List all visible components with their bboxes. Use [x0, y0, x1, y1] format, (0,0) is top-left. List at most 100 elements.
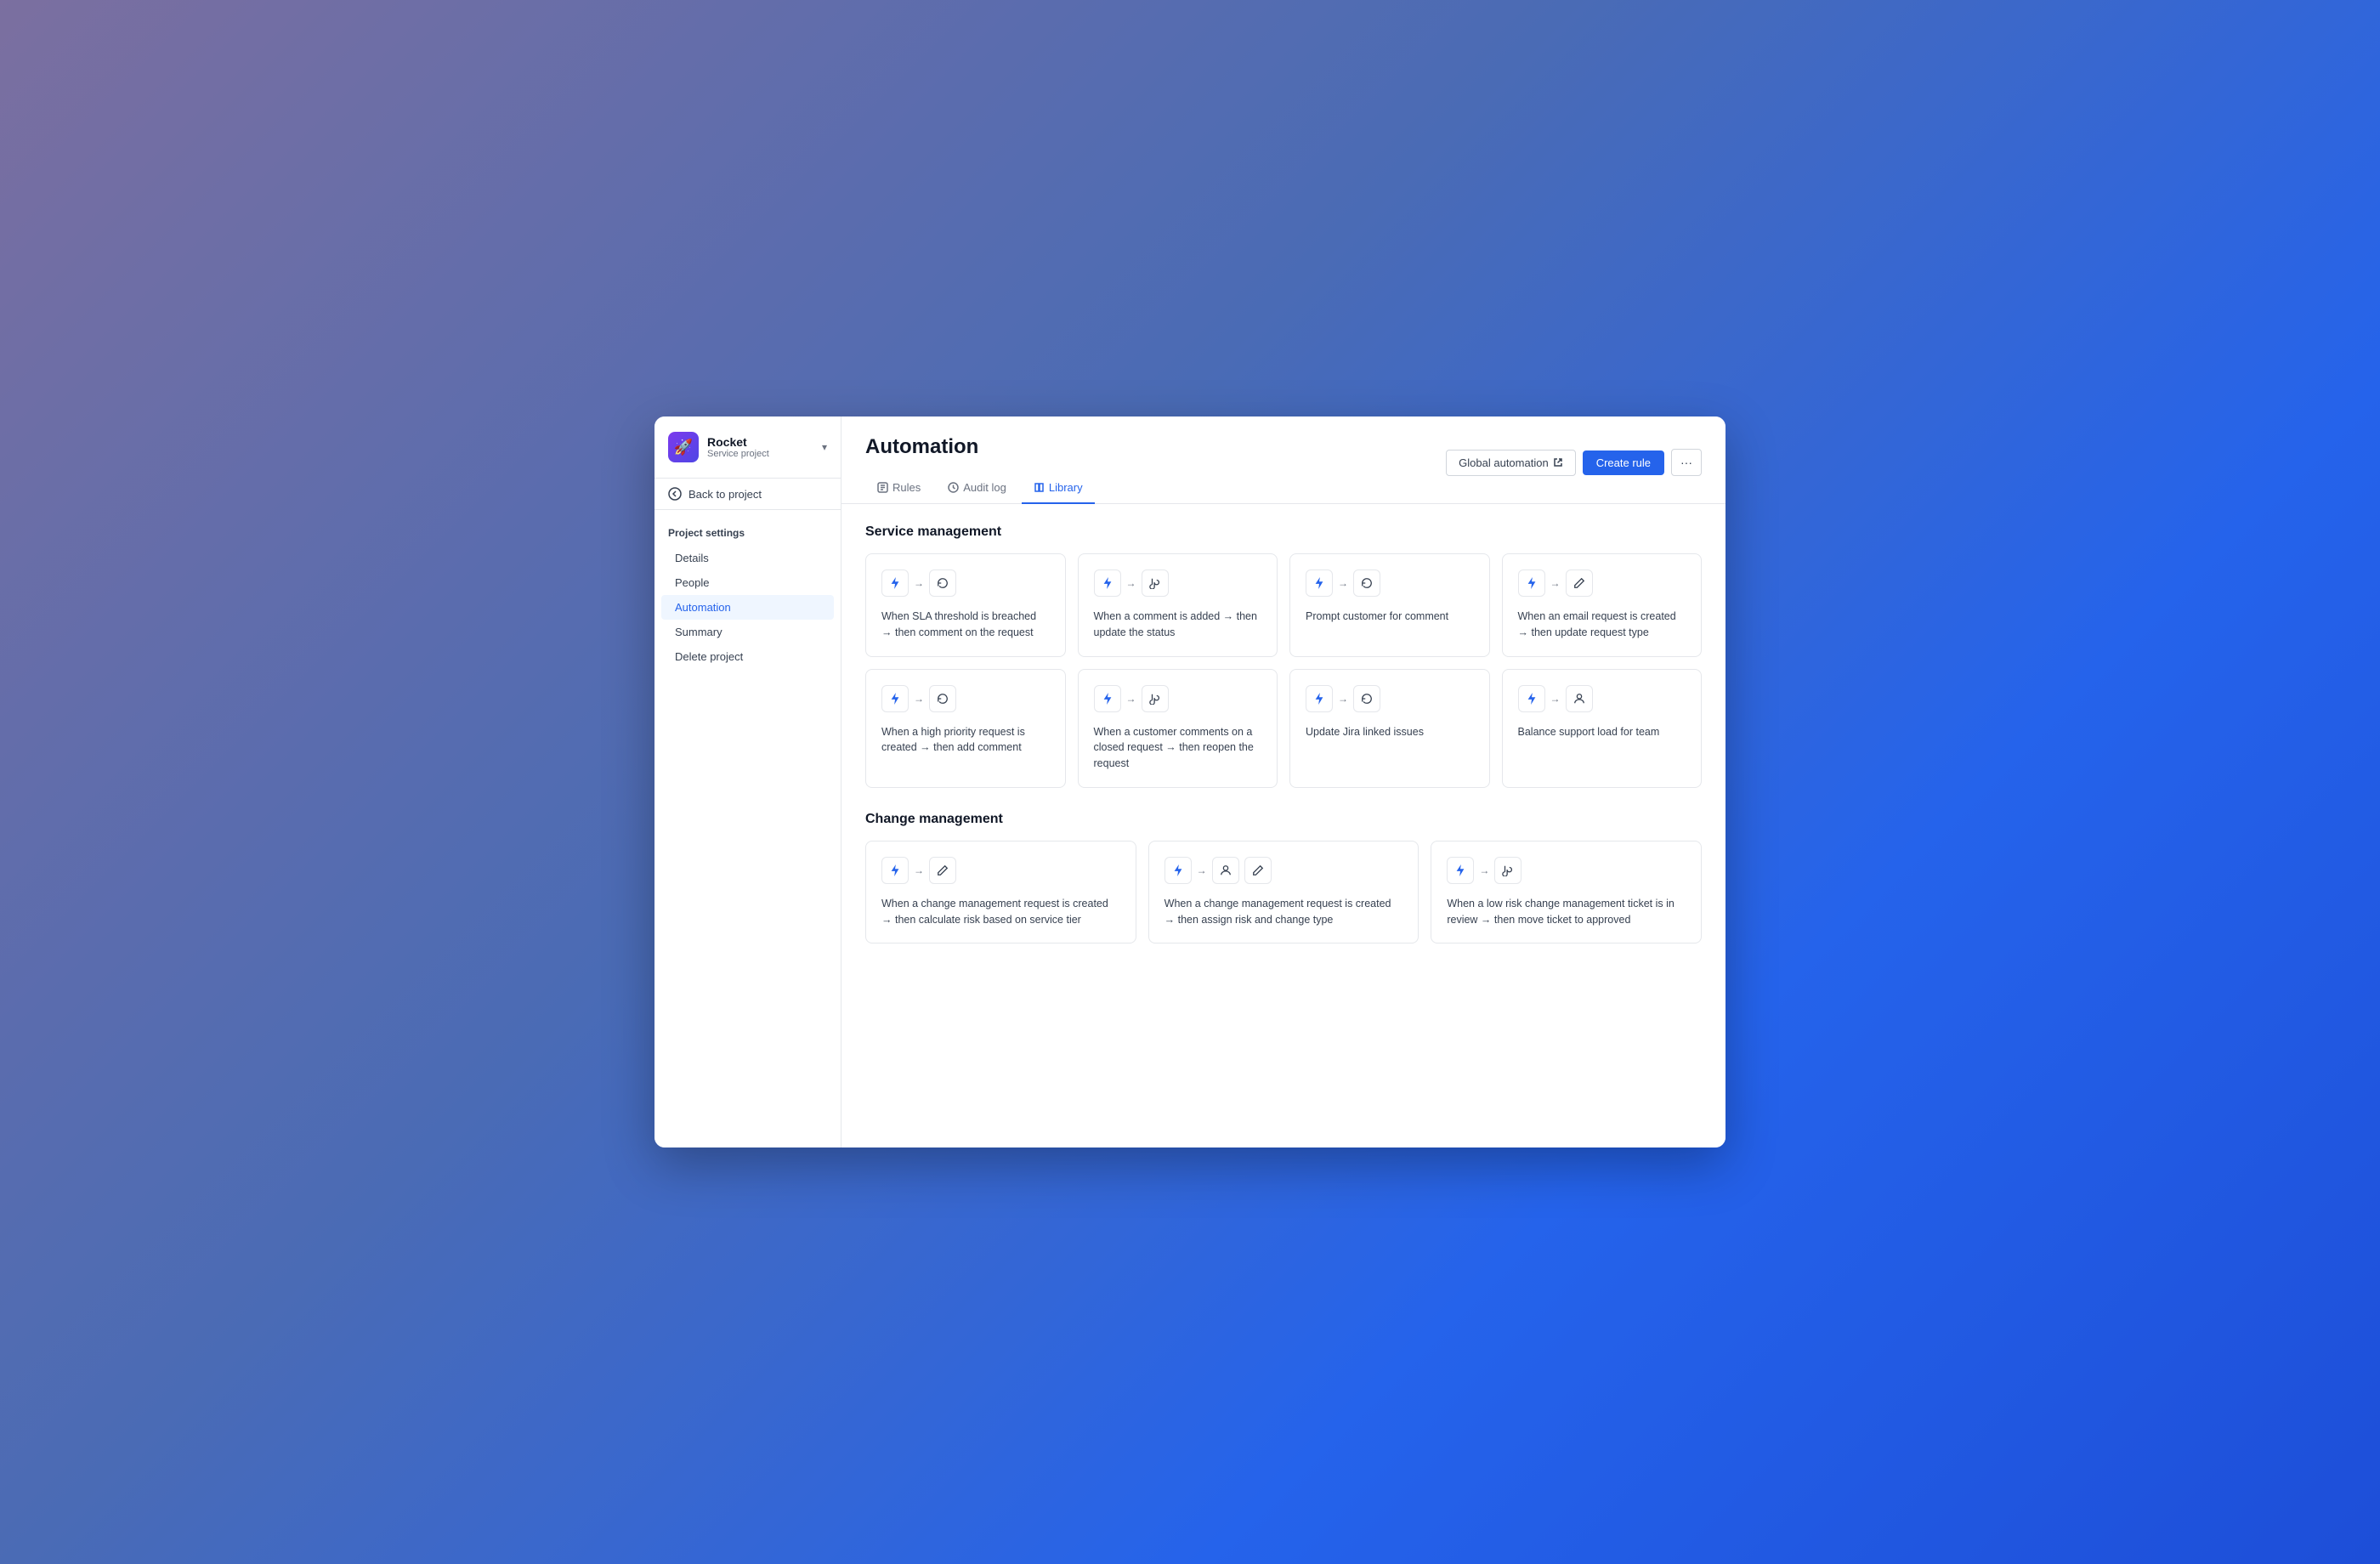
arrow-icon: → — [1479, 864, 1489, 876]
section-service-management-title: Service management — [865, 524, 1702, 540]
branch-icon-box — [1142, 685, 1169, 712]
chevron-down-icon[interactable]: ▾ — [822, 441, 827, 453]
rule-card-jira-linked[interactable]: → Update Jira linked issues — [1289, 669, 1490, 788]
person-icon-box — [1566, 685, 1593, 712]
arrow-icon: → — [1338, 693, 1348, 705]
edit-icon-box-2 — [1244, 857, 1272, 884]
back-to-project-button[interactable]: Back to project — [654, 479, 841, 510]
external-link-icon — [1553, 457, 1563, 468]
rule-card-balance-text: Balance support load for team — [1518, 724, 1686, 740]
sidebar-item-delete-project[interactable]: Delete project — [661, 644, 834, 669]
rule-card-customer-closed-text: When a customer comments on a closed req… — [1094, 724, 1262, 772]
edit-icon-box — [929, 857, 956, 884]
section-change-management: Change management → When a change — [865, 812, 1702, 944]
rule-card-change-assign-text: When a change management request is crea… — [1164, 896, 1403, 928]
tabs: Rules Audit log Library — [865, 473, 1095, 503]
lightning-icon-box — [1094, 685, 1121, 712]
person-icon-box — [1212, 857, 1239, 884]
rule-card-sla-threshold[interactable]: → When SLA threshold is breached → then … — [865, 553, 1066, 657]
lightning-icon-box — [1306, 570, 1333, 597]
main-content: Automation Rules Audit — [842, 416, 1726, 1148]
project-type: Service project — [707, 449, 813, 459]
page-title: Automation — [865, 435, 1095, 459]
refresh-icon-box — [929, 570, 956, 597]
section-change-management-title: Change management — [865, 812, 1702, 827]
more-options-label: ··· — [1680, 456, 1692, 469]
rule-card-customer-closed[interactable]: → When a customer comments on a closed r… — [1078, 669, 1278, 788]
rule-card-email-request[interactable]: → When an email request is created → the… — [1502, 553, 1703, 657]
sidebar-item-details[interactable]: Details — [661, 546, 834, 570]
more-options-button[interactable]: ··· — [1671, 449, 1702, 476]
rule-card-change-risk[interactable]: → When a change management request is cr… — [865, 841, 1136, 944]
sidebar-header: 🚀 Rocket Service project ▾ — [654, 416, 841, 479]
refresh-icon-box — [1353, 570, 1380, 597]
tab-library-label: Library — [1049, 481, 1083, 494]
tab-audit-log[interactable]: Audit log — [936, 473, 1018, 504]
sidebar-item-people[interactable]: People — [661, 570, 834, 595]
tab-library[interactable]: Library — [1022, 473, 1095, 504]
refresh-icon-box — [929, 685, 956, 712]
arrow-icon: → — [1550, 577, 1561, 589]
arrow-icon: → — [914, 577, 924, 589]
edit-icon-box — [1566, 570, 1593, 597]
lightning-icon-box — [1164, 857, 1192, 884]
branch-icon-box — [1142, 570, 1169, 597]
rule-card-email-text: When an email request is created → then … — [1518, 609, 1686, 641]
service-management-grid: → When SLA threshold is breached → then … — [865, 553, 1702, 788]
arrow-icon: → — [1550, 693, 1561, 705]
branch-icon-box — [1494, 857, 1522, 884]
rule-icon — [877, 482, 888, 493]
arrow-icon: → — [1338, 577, 1348, 589]
header-actions: Global automation Create rule ··· — [1446, 449, 1702, 476]
lightning-icon-box — [1518, 685, 1545, 712]
rule-card-prompt-text: Prompt customer for comment — [1306, 609, 1474, 625]
arrow-icon: → — [1197, 864, 1207, 876]
rule-card-high-priority[interactable]: → When a high priority request is create… — [865, 669, 1066, 788]
rule-card-jira-text: Update Jira linked issues — [1306, 724, 1474, 740]
rule-card-sla-text: When SLA threshold is breached → then co… — [881, 609, 1050, 641]
sidebar-item-automation[interactable]: Automation — [661, 595, 834, 620]
rule-card-change-assign[interactable]: → When a change management request is cr… — [1148, 841, 1420, 944]
rule-card-low-risk-text: When a low risk change management ticket… — [1447, 896, 1686, 928]
arrow-icon: → — [914, 693, 924, 705]
lightning-icon-box — [1094, 570, 1121, 597]
lightning-icon-box — [881, 570, 909, 597]
page-header: Automation Rules Audit — [842, 416, 1726, 504]
rule-card-comment-status-text: When a comment is added → then update th… — [1094, 609, 1262, 641]
tab-rules[interactable]: Rules — [865, 473, 932, 504]
global-automation-label: Global automation — [1459, 456, 1549, 469]
rule-card-prompt-customer[interactable]: → Prompt customer for comment — [1289, 553, 1490, 657]
arrow-icon: → — [1126, 577, 1136, 589]
create-rule-button[interactable]: Create rule — [1583, 450, 1664, 475]
lightning-icon-box — [1447, 857, 1474, 884]
back-label: Back to project — [688, 488, 762, 501]
rule-card-comment-status[interactable]: → When a comment is added → then update … — [1078, 553, 1278, 657]
sidebar: 🚀 Rocket Service project ▾ Back to proje… — [654, 416, 842, 1148]
content-area: Service management → When SLA thr — [842, 504, 1726, 1148]
arrow-icon: → — [914, 864, 924, 876]
change-management-grid: → When a change management request is cr… — [865, 841, 1702, 944]
global-automation-button[interactable]: Global automation — [1446, 450, 1576, 476]
sidebar-item-summary[interactable]: Summary — [661, 620, 834, 644]
book-icon — [1034, 482, 1045, 493]
project-avatar: 🚀 — [668, 432, 699, 462]
lightning-icon-box — [1518, 570, 1545, 597]
rule-card-balance-support[interactable]: → Balance support load for team — [1502, 669, 1703, 788]
lightning-icon-box — [881, 857, 909, 884]
rule-card-high-priority-text: When a high priority request is created … — [881, 724, 1050, 756]
rule-card-low-risk[interactable]: → When a low risk change management tick… — [1431, 841, 1702, 944]
refresh-icon-box — [1353, 685, 1380, 712]
tab-audit-log-label: Audit log — [963, 481, 1006, 494]
project-settings-label: Project settings — [654, 524, 841, 546]
section-service-management: Service management → When SLA thr — [865, 524, 1702, 788]
arrow-icon: → — [1126, 693, 1136, 705]
back-arrow-icon — [668, 487, 682, 501]
nav-section: Project settings Details People Automati… — [654, 510, 841, 683]
rule-card-change-risk-text: When a change management request is crea… — [881, 896, 1120, 928]
clock-icon — [948, 482, 959, 493]
project-name: Rocket — [707, 435, 813, 449]
lightning-icon-box — [1306, 685, 1333, 712]
tab-rules-label: Rules — [892, 481, 921, 494]
create-rule-label: Create rule — [1596, 456, 1651, 469]
lightning-icon-box — [881, 685, 909, 712]
